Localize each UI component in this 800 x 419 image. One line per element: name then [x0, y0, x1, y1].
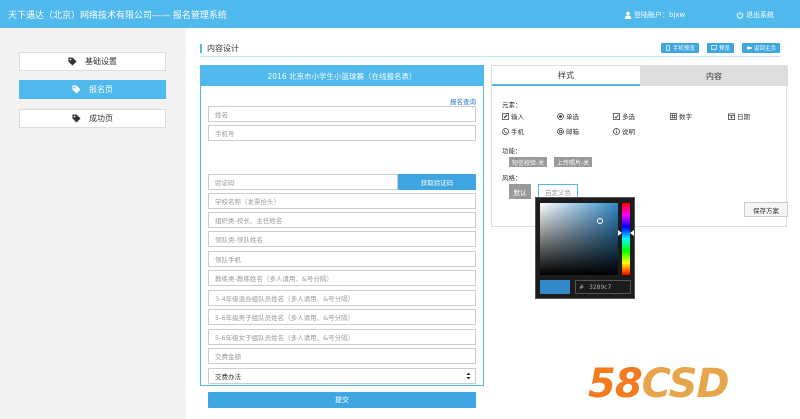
sidebar-item-label: 报名页	[89, 85, 113, 94]
logout-button[interactable]: 退出系统	[736, 10, 774, 20]
upload-photo-toggle[interactable]: 上传照片-关	[554, 157, 593, 167]
default-style-button[interactable]: 默认	[509, 184, 531, 199]
tag-icon	[68, 57, 77, 66]
payment-method-select[interactable]: 交费办法	[208, 368, 476, 384]
hue-arrow-left-icon	[618, 230, 622, 236]
app-title: 天下遇达（北京）网络技术有限公司—— 报名管理系统	[8, 11, 227, 21]
element-description-button[interactable]: 说明	[613, 126, 635, 136]
get-verify-code-button[interactable]: 获取验证码	[398, 174, 476, 190]
element-input-button[interactable]: 输入	[502, 111, 524, 121]
logout-label: 退出系统	[746, 11, 774, 19]
element-email-label: 邮箱	[566, 128, 579, 136]
back-arrow-icon	[746, 45, 752, 51]
school-name-field[interactable]: 学校名称（发票抬头）	[208, 193, 476, 209]
user-icon	[624, 11, 632, 19]
elements-label: 元素：	[502, 101, 522, 109]
principal-name-field[interactable]: 组织类-校长、主任姓名	[208, 212, 476, 228]
element-email-button[interactable]: 邮箱	[557, 126, 579, 136]
element-checkbox-button[interactable]: 多选	[613, 111, 635, 121]
element-phone-label: 手机	[511, 128, 524, 136]
element-date-button[interactable]: 日期	[728, 111, 750, 121]
tab-content[interactable]: 内容	[640, 66, 788, 86]
tag-icon	[72, 114, 81, 123]
hash-symbol: #	[579, 283, 585, 291]
updown-arrows-icon	[466, 372, 471, 380]
color-swatch	[540, 280, 570, 294]
number-icon	[670, 112, 677, 120]
checkbox-icon	[613, 112, 620, 120]
color-picker-handle[interactable]	[597, 218, 603, 224]
radio-icon	[557, 112, 564, 120]
hex-value: 3289c7	[589, 283, 612, 291]
watermark-58: 58	[588, 361, 643, 407]
mixed-group-field[interactable]: 3-4年级混合组队员姓名（多人请用、&号分隔）	[208, 290, 476, 306]
preview-button[interactable]: 预览	[707, 43, 735, 53]
signup-query-link[interactable]: 报名查询	[450, 96, 476, 106]
sidebar-item-signup-page[interactable]: 报名页	[19, 80, 166, 99]
element-input-label: 输入	[511, 113, 524, 121]
element-number-label: 数字	[679, 113, 692, 121]
sms-verify-toggle[interactable]: 短信校验-关	[509, 157, 548, 167]
girls-group-field[interactable]: 5-6年级女子组队员姓名（多人请用、&号分隔）	[208, 329, 476, 345]
calendar-icon	[728, 113, 735, 120]
tab-style[interactable]: 样式	[492, 66, 640, 86]
page-title: 内容设计	[200, 44, 239, 53]
monitor-icon	[711, 45, 718, 51]
element-checkbox-label: 多选	[622, 113, 635, 121]
back-home-label: 返回主页	[754, 46, 777, 52]
top-bar: 天下遇达（北京）网络技术有限公司—— 报名管理系统 登陆账户：bjxw 退出系统	[0, 0, 800, 28]
payment-method-value: 交费办法	[215, 373, 241, 381]
hue-slider[interactable]	[622, 203, 630, 275]
phone-icon	[666, 45, 670, 51]
form-title: 2016 北京市小学生小篮球赛（在线报名表）	[201, 66, 483, 86]
element-radio-button[interactable]: 单选	[557, 111, 579, 121]
watermark-logo: 58CSD	[588, 361, 730, 407]
user-account: 登陆账户：bjxw	[624, 10, 685, 20]
element-phone-button[interactable]: 手机	[502, 126, 524, 136]
element-radio-label: 单选	[566, 113, 579, 121]
sidebar-item-label: 基础设置	[85, 57, 117, 66]
coach-name-field[interactable]: 教练类-教练姓名（多人请用、&号分隔）	[208, 270, 476, 286]
user-account-label: 登陆账户：bjxw	[634, 11, 686, 19]
leader-name-field[interactable]: 领队类-领队姓名	[208, 231, 476, 247]
sidebar: 基础设置 报名页 成功页	[0, 28, 186, 419]
toolbar: 手机预览 预览 返回主页	[661, 43, 781, 53]
saturation-value-area[interactable]	[540, 203, 618, 275]
fee-amount-field[interactable]: 交费金额	[208, 348, 476, 364]
divider	[200, 56, 780, 57]
element-number-button[interactable]: 数字	[670, 111, 692, 121]
color-picker: # 3289c7	[535, 197, 635, 299]
mobile-preview-button[interactable]: 手机预览	[661, 43, 700, 53]
info-icon	[613, 127, 620, 135]
hex-input[interactable]: # 3289c7	[575, 280, 631, 294]
mobile-preview-label: 手机预览	[673, 46, 696, 52]
at-icon	[557, 127, 564, 135]
verify-code-field[interactable]: 验证码	[208, 174, 398, 190]
save-scheme-button[interactable]: 保存方案	[744, 202, 788, 217]
hue-arrow-right-icon	[630, 230, 634, 236]
pencil-icon	[502, 112, 509, 120]
tag-icon	[72, 85, 81, 94]
power-icon	[736, 11, 744, 19]
sidebar-item-success-page[interactable]: 成功页	[19, 109, 166, 128]
sidebar-item-basic-settings[interactable]: 基础设置	[19, 52, 166, 71]
watermark-csd: CSD	[641, 361, 730, 407]
leader-phone-field[interactable]: 领队手机	[208, 251, 476, 267]
element-date-label: 日期	[737, 113, 750, 121]
boys-group-field[interactable]: 5-6年级男子组队员姓名（多人请用、&号分隔）	[208, 309, 476, 325]
style-label: 风格：	[502, 174, 522, 182]
preview-label: 预览	[719, 46, 731, 52]
name-field[interactable]: 姓名	[208, 106, 476, 122]
sidebar-item-label: 成功页	[89, 114, 113, 123]
element-description-label: 说明	[622, 128, 635, 136]
functions-label: 功能：	[502, 147, 522, 155]
phone-field[interactable]: 手机号	[208, 125, 476, 141]
phone-icon	[502, 127, 509, 135]
back-home-button[interactable]: 返回主页	[742, 43, 781, 53]
submit-button[interactable]: 提交	[208, 392, 476, 408]
signup-form-preview: 2016 北京市小学生小篮球赛（在线报名表） 报名查询 姓名 手机号 验证码 获…	[200, 65, 484, 408]
